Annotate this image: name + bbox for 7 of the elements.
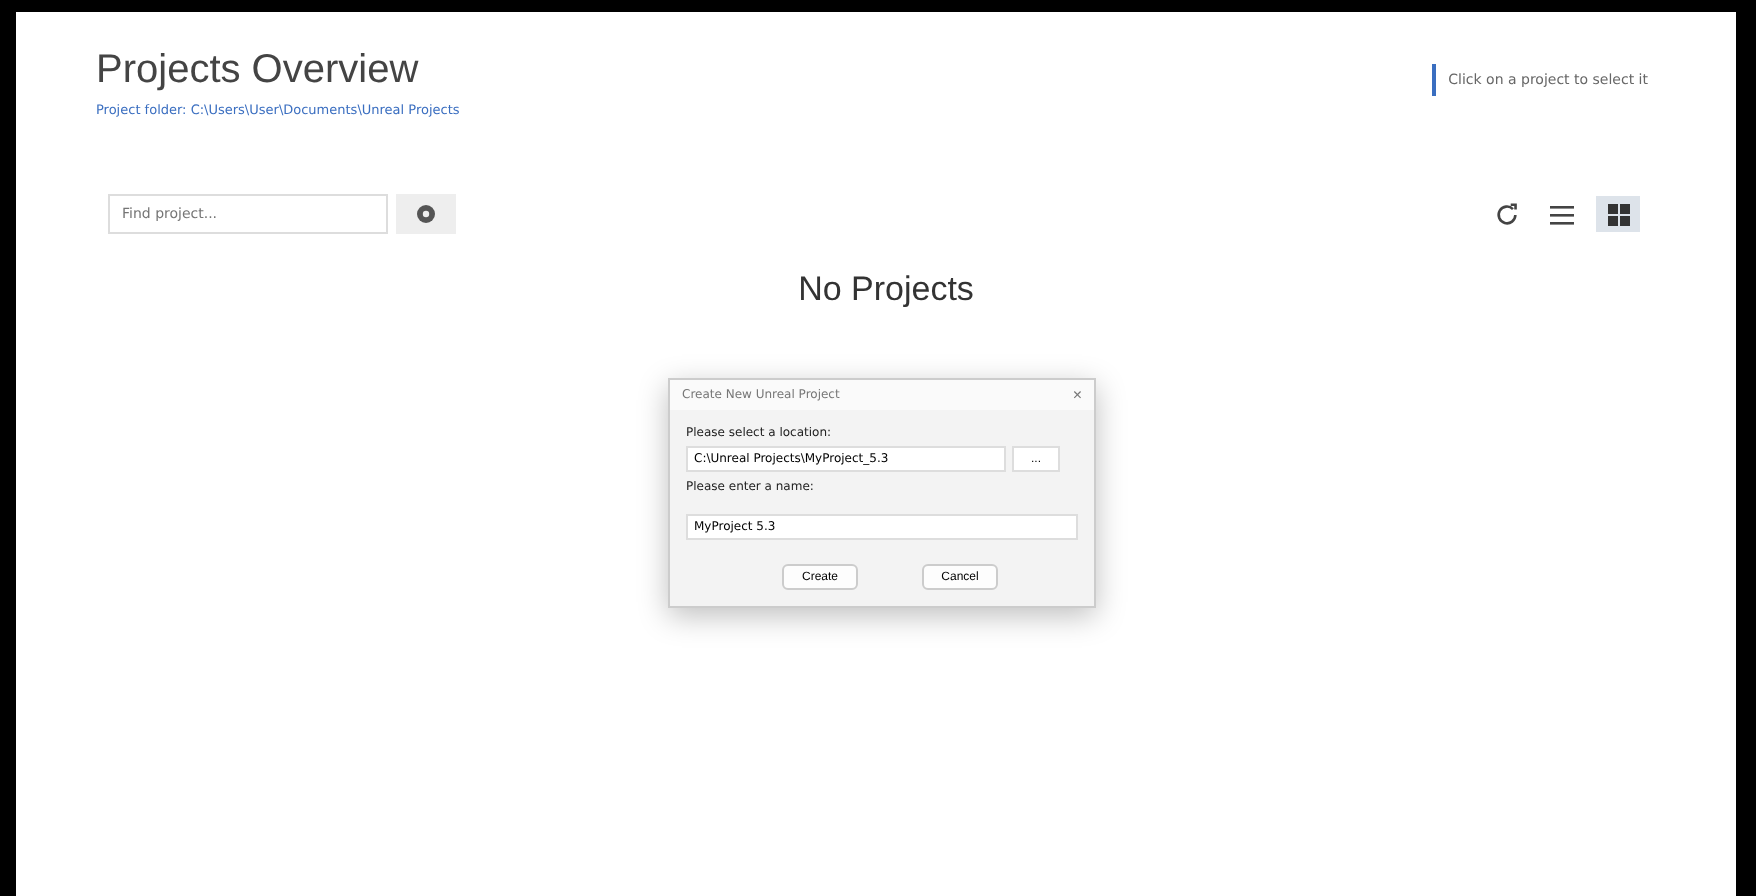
list-icon — [1550, 203, 1574, 225]
refresh-icon — [1493, 201, 1519, 227]
page-title: Projects Overview — [96, 48, 421, 94]
grid-icon — [1607, 203, 1629, 225]
empty-message: No Projects — [796, 270, 976, 310]
grid-view-button[interactable] — [1596, 196, 1640, 232]
close-button[interactable]: × — [1072, 386, 1082, 404]
